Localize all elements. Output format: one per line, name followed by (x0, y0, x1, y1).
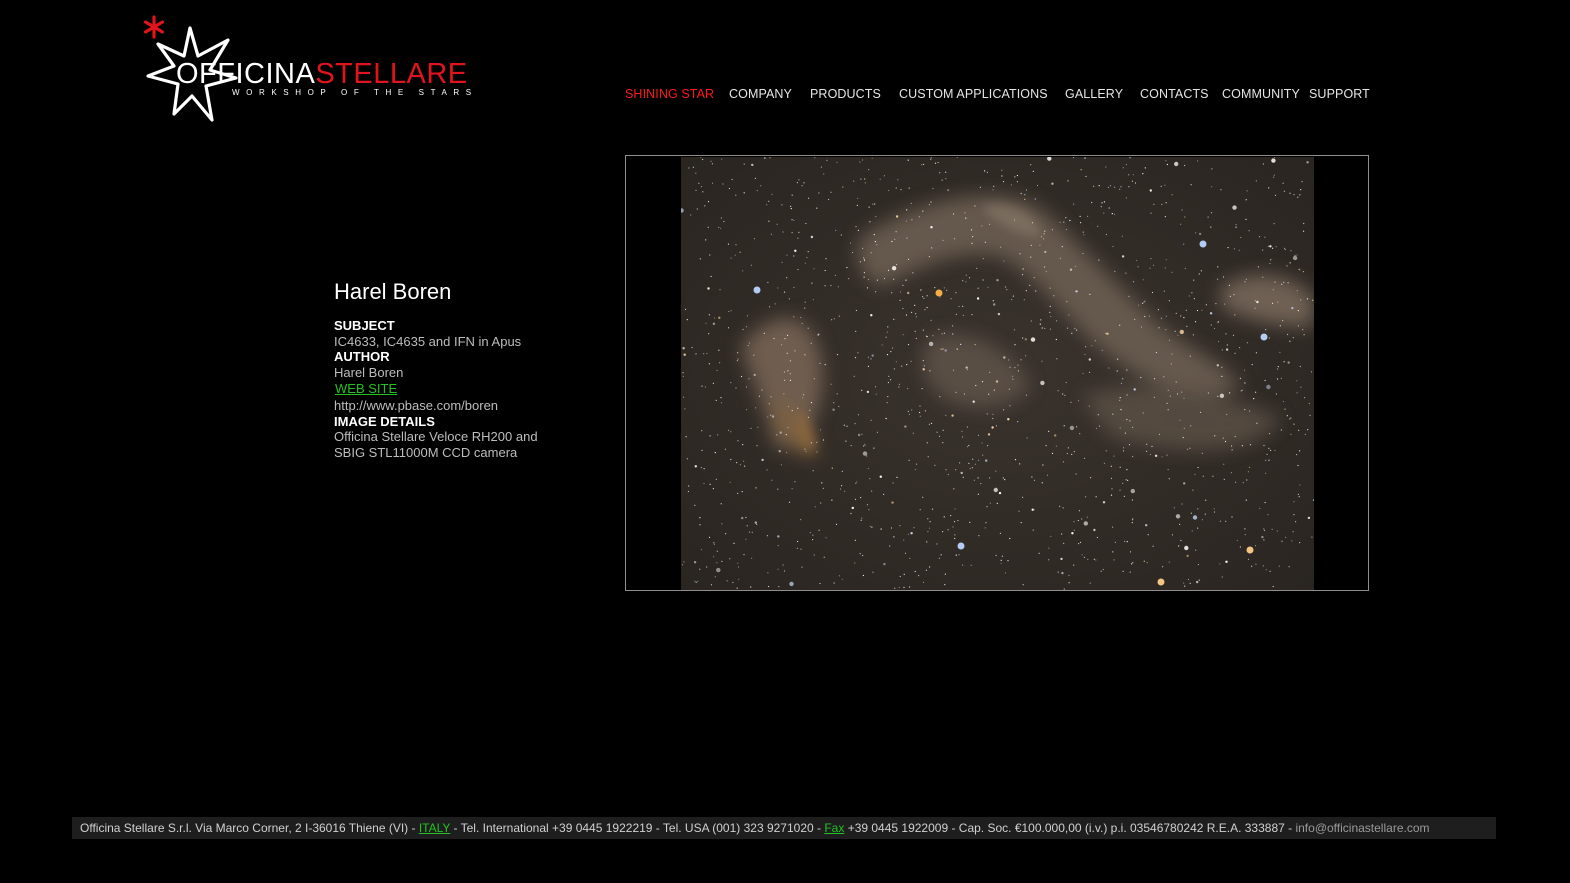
logo-wordmark: OFFICINASTELLARE (176, 60, 468, 89)
website-url: http://www.pbase.com/boren (334, 398, 499, 413)
nav-item-gallery[interactable]: GALLERY (1065, 87, 1123, 101)
nav-item-support[interactable]: SUPPORT (1309, 87, 1370, 101)
footer-fax-link[interactable]: Fax (824, 821, 844, 835)
footer-phones: - Tel. International +39 0445 1922219 - … (450, 821, 825, 835)
logo-word-stellare: STELLARE (315, 58, 468, 90)
website-link[interactable]: WEB SITE (335, 381, 397, 397)
site-footer: Officina Stellare S.r.l. Via Marco Corne… (72, 817, 1496, 839)
image-details-label: IMAGE DETAILS (334, 413, 435, 429)
subject-label: SUBJECT (334, 318, 395, 333)
astrophoto-image[interactable] (681, 157, 1314, 590)
footer-italy-link[interactable]: ITALY (419, 821, 450, 835)
logo-word-officina: OFFICINA (176, 58, 316, 90)
nav-item-products[interactable]: PRODUCTS (810, 87, 881, 101)
nav-item-custom-applications[interactable]: CUSTOM APPLICATIONS (899, 87, 1048, 101)
image-details-panel: Harel Boren SUBJECT IC4633, IC4635 and I… (334, 279, 584, 460)
logo-tagline: WORKSHOP OF THE STARS (232, 88, 478, 97)
author-value: Harel Boren (334, 364, 404, 380)
image-details-line1: Officina Stellare Veloce RH200 and (334, 429, 538, 444)
footer-address: Officina Stellare S.r.l. Via Marco Corne… (80, 821, 419, 835)
subject-value: IC4633, IC4635 and IFN in Apus (334, 333, 522, 349)
footer-email-link[interactable]: info@officinastellare.com (1295, 821, 1429, 835)
page-title: Harel Boren (334, 279, 452, 304)
nav-item-shining-star[interactable]: SHINING STAR (625, 87, 714, 101)
nav-item-company[interactable]: COMPANY (729, 87, 792, 101)
gallery-image-frame (625, 155, 1369, 591)
nav-item-contacts[interactable]: CONTACTS (1140, 87, 1209, 101)
footer-company-info: +39 0445 1922009 - Cap. Soc. €100.000,00… (844, 821, 1296, 835)
author-label: AUTHOR (334, 349, 390, 364)
image-details-line2: SBIG STL11000M CCD camera (334, 444, 518, 460)
site-logo[interactable]: OFFICINASTELLARE WORKSHOP OF THE STARS (140, 14, 520, 134)
nav-item-community[interactable]: COMMUNITY (1222, 87, 1300, 101)
